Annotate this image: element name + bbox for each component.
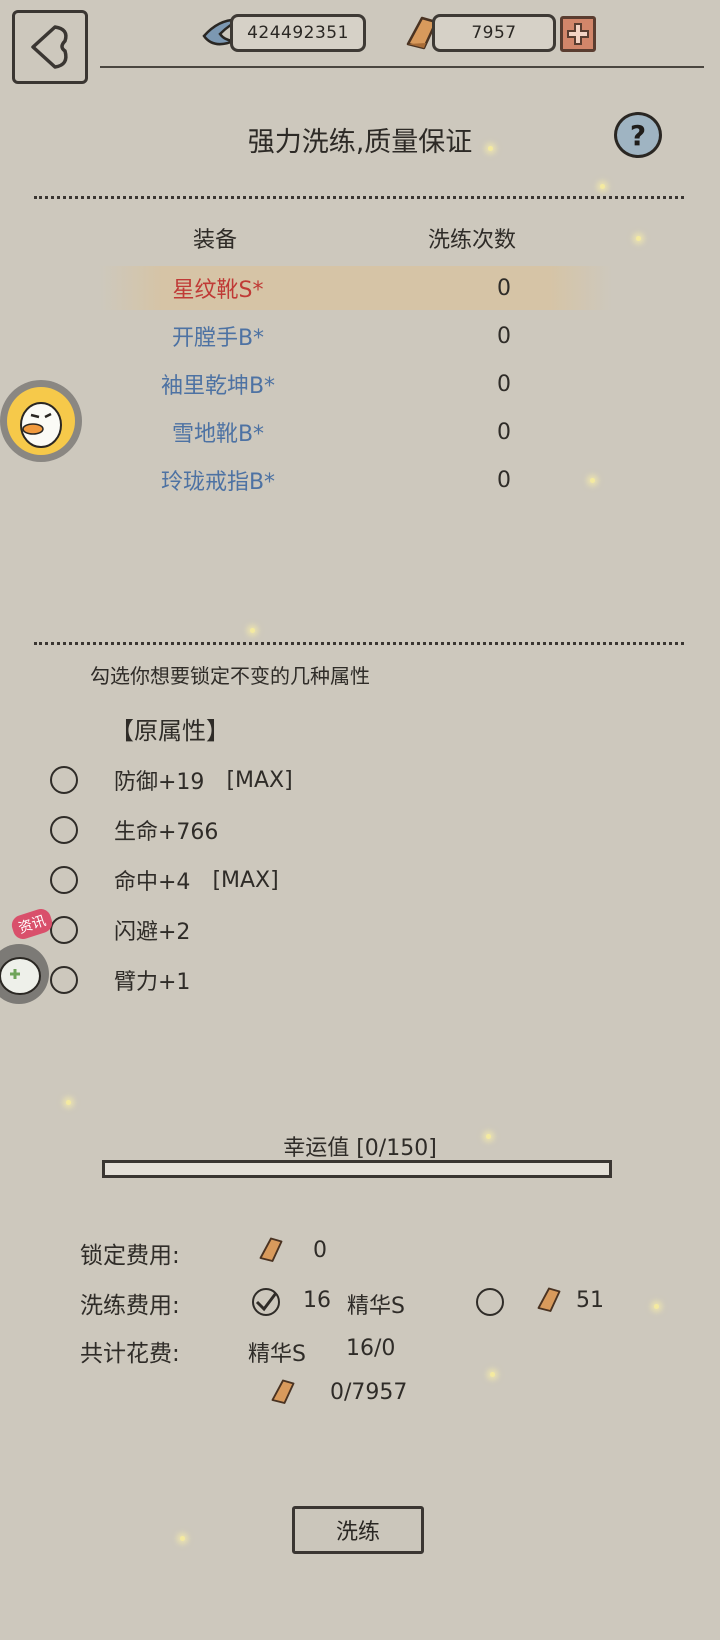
news-button[interactable]	[0, 938, 52, 1010]
moonstone-counter: 424492351	[230, 14, 366, 52]
equipment-row[interactable]: 开膛手B* 0	[100, 314, 612, 358]
sparkle	[250, 628, 255, 633]
wash-cost-label: 洗练费用:	[80, 1293, 180, 1319]
sparkle	[66, 1100, 71, 1105]
equipment-row[interactable]: 玲珑戒指B* 0	[100, 458, 612, 502]
sparkle	[636, 236, 641, 241]
gold-counter: 7957	[432, 14, 556, 52]
gamepad-icon	[0, 944, 49, 1004]
equipment-name: 玲珑戒指B*	[160, 470, 276, 495]
gold-bar-icon	[256, 1234, 286, 1268]
attribute-row[interactable]: 生命+766	[50, 812, 218, 848]
essence-amount: 16	[303, 1288, 331, 1313]
sparkle	[600, 184, 605, 189]
moonstone-amount: 424492351	[247, 23, 349, 43]
attribute-text: 闪避+2	[114, 920, 191, 945]
attribute-lock-radio[interactable]	[50, 966, 78, 994]
attribute-row[interactable]: 命中+4 [MAX]	[50, 862, 279, 898]
essence-payment-radio[interactable]	[252, 1288, 280, 1316]
wash-count: 0	[497, 467, 511, 493]
attribute-lock-radio[interactable]	[50, 766, 78, 794]
equipment-row[interactable]: 袖里乾坤B* 0	[100, 362, 612, 406]
equipment-name: 开膛手B*	[171, 326, 265, 351]
attribute-max-tag: [MAX]	[226, 767, 293, 793]
help-icon: ?	[629, 118, 647, 152]
plus-icon	[567, 23, 589, 45]
gold-payment-radio[interactable]	[476, 1288, 504, 1316]
attribute-text: 防御+19	[114, 770, 205, 795]
header-divider	[100, 66, 704, 68]
news-badge: 资讯	[9, 906, 55, 942]
lock-cost-label: 锁定费用:	[80, 1243, 180, 1269]
divider	[34, 642, 684, 645]
gold-amount: 7957	[471, 23, 517, 43]
duck-avatar-icon	[7, 387, 75, 455]
duck-avatar-button[interactable]	[0, 380, 82, 462]
attribute-lock-radio[interactable]	[50, 916, 78, 944]
essence-name: 精华S	[347, 1294, 405, 1319]
equipment-name: 雪地靴B*	[171, 422, 265, 447]
attribute-text: 命中+4	[114, 870, 191, 895]
attribute-max-tag: [MAX]	[212, 867, 279, 893]
equipment-row[interactable]: 雪地靴B* 0	[100, 410, 612, 454]
original-attributes-title: 【原属性】	[110, 717, 230, 745]
sparkle	[180, 1536, 185, 1541]
equipment-name: 星纹靴S*	[172, 278, 264, 303]
luck-progress-bar	[102, 1160, 612, 1178]
luck-label: 幸运值 [0/150]	[283, 1136, 437, 1161]
wash-button-label: 洗练	[335, 1520, 380, 1545]
page-title: 强力洗练,质量保证	[247, 127, 473, 158]
total-gold-value: 0/7957	[330, 1380, 408, 1405]
equipment-name: 袖里乾坤B*	[160, 374, 276, 399]
back-button[interactable]	[12, 10, 88, 84]
total-essence-name: 精华S	[248, 1342, 306, 1367]
attribute-row[interactable]: 闪避+2	[50, 912, 190, 948]
wash-count: 0	[497, 371, 511, 397]
attribute-row[interactable]: 防御+19 [MAX]	[50, 762, 293, 798]
attribute-lock-radio[interactable]	[50, 816, 78, 844]
gold-bar-icon	[268, 1376, 298, 1410]
help-button[interactable]: ?	[614, 112, 662, 158]
wash-count: 0	[497, 275, 511, 301]
total-cost-label: 共计花费:	[80, 1341, 180, 1367]
lock-hint: 勾选你想要锁定不变的几种属性	[90, 664, 370, 688]
divider	[34, 196, 684, 199]
attribute-text: 臂力+1	[114, 970, 191, 995]
equipment-row-selected[interactable]: 星纹靴S* 0	[100, 266, 612, 310]
lock-cost-value: 0	[313, 1238, 327, 1263]
add-gold-button[interactable]	[560, 16, 596, 52]
wash-count: 0	[497, 323, 511, 349]
sparkle	[654, 1304, 659, 1309]
back-arrow-icon	[31, 25, 68, 69]
equipment-column-header: 装备	[193, 228, 238, 253]
total-essence-value: 16/0	[346, 1336, 396, 1361]
sparkle	[490, 1372, 495, 1377]
gold-bar-icon	[534, 1284, 564, 1318]
wash-count: 0	[497, 419, 511, 445]
checkmark-icon	[255, 1292, 278, 1312]
attribute-row[interactable]: 臂力+1	[50, 962, 190, 998]
wash-count-column-header: 洗练次数	[428, 228, 517, 253]
attribute-text: 生命+766	[114, 820, 219, 845]
gold-wash-cost: 51	[576, 1288, 604, 1313]
wash-button[interactable]: 洗练	[292, 1506, 424, 1554]
attribute-lock-radio[interactable]	[50, 866, 78, 894]
